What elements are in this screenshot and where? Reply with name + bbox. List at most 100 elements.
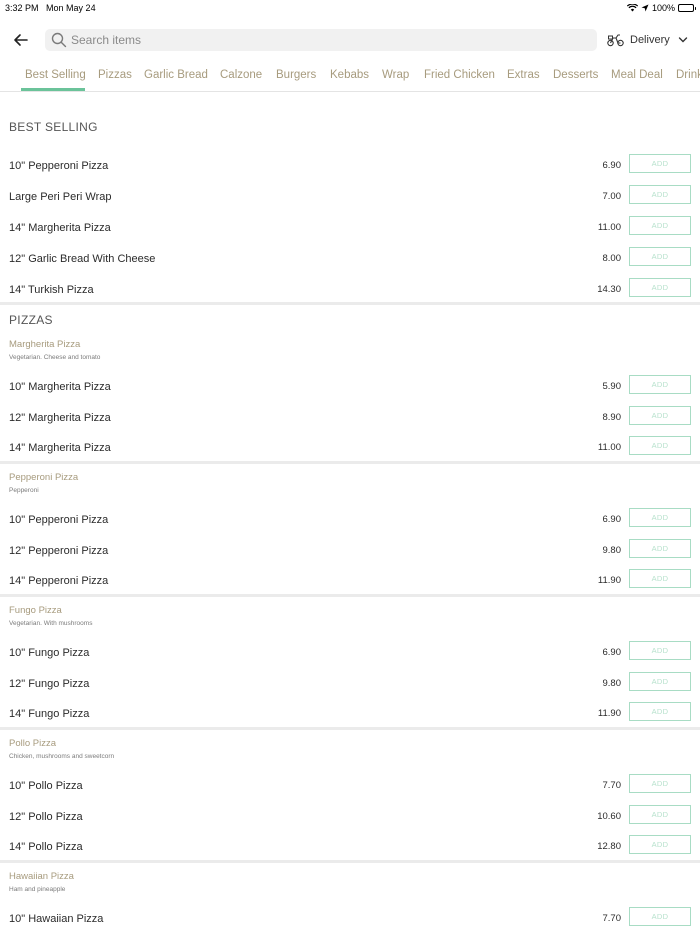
menu-item-row[interactable]: 10" Margherita Pizza 5.90 ADD [0, 373, 700, 403]
add-button[interactable]: ADD [629, 375, 691, 394]
chevron-down-icon [678, 37, 687, 43]
add-button[interactable]: ADD [629, 436, 691, 456]
tab-best-selling[interactable]: Best Selling [25, 69, 86, 81]
pizza-group-title: Pollo Pizza [9, 738, 56, 749]
tab-burgers[interactable]: Burgers [276, 69, 316, 81]
menu-item-row[interactable]: 10" Fungo Pizza 6.90 ADD [0, 639, 700, 669]
item-price: 7.00 [602, 191, 622, 202]
pizza-group-title: Fungo Pizza [9, 605, 62, 616]
section-title-best-selling: BEST SELLING [9, 120, 98, 134]
item-price: 8.90 [602, 411, 622, 423]
item-price: 12.80 [597, 841, 621, 853]
item-price: 6.90 [602, 514, 622, 525]
delivery-label: Delivery [630, 34, 670, 46]
status-date: Mon May 24 [46, 3, 96, 13]
search-bar[interactable] [45, 29, 597, 51]
item-name: 14" Fungo Pizza [9, 708, 90, 721]
tab-desserts[interactable]: Desserts [553, 69, 598, 81]
tab-fried-chicken[interactable]: Fried Chicken [424, 69, 495, 81]
item-name: 12" Margherita Pizza [9, 411, 111, 424]
scooter-icon [607, 34, 624, 47]
search-input[interactable] [71, 33, 597, 47]
add-button[interactable]: ADD [629, 185, 691, 204]
item-price: 11.00 [597, 222, 621, 233]
menu-item-row[interactable]: 14" Margherita Pizza 11.00 ADD [0, 434, 700, 464]
item-name: 14" Margherita Pizza [9, 222, 111, 234]
add-button[interactable]: ADD [629, 671, 691, 691]
item-price: 7.70 [602, 780, 622, 791]
group-divider [0, 594, 700, 597]
menu-item-row[interactable]: 12" Pepperoni Pizza 9.80 ADD [0, 537, 700, 567]
tab-pizzas[interactable]: Pizzas [98, 69, 132, 81]
add-button[interactable]: ADD [629, 278, 691, 297]
item-price: 8.00 [602, 253, 622, 264]
status-indicators: 100% [626, 3, 696, 13]
item-price: 11.90 [597, 575, 621, 587]
pizza-group-title: Margherita Pizza [9, 339, 81, 350]
item-name: 10" Pepperoni Pizza [9, 160, 109, 172]
item-name: 10" Fungo Pizza [9, 647, 90, 659]
add-button[interactable]: ADD [629, 907, 691, 926]
add-button[interactable]: ADD [629, 774, 691, 793]
menu-item-row[interactable]: 12" Fungo Pizza 9.80 ADD [0, 670, 700, 700]
tab-wrap[interactable]: Wrap [382, 69, 409, 81]
search-icon [51, 32, 67, 48]
tab-extras[interactable]: Extras [507, 69, 540, 81]
tab-meal-deal[interactable]: Meal Deal [611, 69, 663, 81]
group-divider [0, 860, 700, 863]
pizza-group-title: Pepperoni Pizza [9, 472, 79, 483]
menu-item-row[interactable]: 14" Pollo Pizza 12.80 ADD [0, 833, 700, 863]
menu-item-row[interactable]: 10" Hawaiian Pizza 7.70 ADD [0, 905, 700, 934]
add-button[interactable]: ADD [629, 835, 691, 855]
item-name: 12" Pollo Pizza [9, 810, 83, 823]
add-button[interactable]: ADD [629, 702, 691, 722]
location-arrow-icon [641, 4, 649, 12]
menu-item-row[interactable]: 14" Margherita Pizza 11.00 ADD [0, 214, 700, 244]
pizza-group-title: Hawaiian Pizza [9, 871, 74, 882]
menu-item-row[interactable]: 10" Pepperoni Pizza 6.90 ADD [0, 152, 700, 182]
menu-item-row[interactable]: 12" Garlic Bread With Cheese 8.00 ADD [0, 245, 700, 275]
status-time-date: 3:32 PM Mon May 24 [5, 3, 96, 13]
item-price: 11.90 [597, 708, 621, 720]
add-button[interactable]: ADD [629, 154, 691, 173]
add-button[interactable]: ADD [629, 508, 691, 527]
menu-item-row[interactable]: 12" Pollo Pizza 10.60 ADD [0, 803, 700, 833]
item-price: 10.60 [597, 810, 621, 822]
tab-kebabs[interactable]: Kebabs [330, 69, 369, 81]
menu-item-row[interactable]: 12" Margherita Pizza 8.90 ADD [0, 404, 700, 434]
add-button[interactable]: ADD [629, 247, 691, 266]
add-button[interactable]: ADD [629, 405, 691, 425]
item-price: 6.90 [602, 160, 622, 171]
pizza-group-description: Vegetarian. With mushrooms [9, 620, 93, 627]
item-name: 10" Hawaiian Pizza [9, 913, 104, 925]
tab-garlic-bread[interactable]: Garlic Bread [144, 69, 208, 81]
status-bar: 3:32 PM Mon May 24 100% [0, 0, 700, 16]
item-name: Large Peri Peri Wrap [9, 191, 112, 203]
menu-item-row[interactable]: 10" Pollo Pizza 7.70 ADD [0, 772, 700, 802]
pizza-group-description: Vegetarian. Cheese and tomato [9, 354, 101, 361]
delivery-selector[interactable]: Delivery [607, 29, 688, 51]
add-button[interactable]: ADD [629, 216, 691, 235]
add-button[interactable]: ADD [629, 641, 691, 660]
back-arrow-icon[interactable] [12, 31, 30, 49]
menu-item-row[interactable]: 10" Pepperoni Pizza 6.90 ADD [0, 506, 700, 536]
item-price: 9.80 [602, 544, 622, 556]
status-time: 3:32 PM [5, 3, 39, 13]
item-price: 6.90 [602, 647, 622, 658]
pizza-group-description: Ham and pineapple [9, 886, 66, 893]
add-button[interactable]: ADD [629, 804, 691, 824]
menu-item-row[interactable]: 14" Pepperoni Pizza 11.90 ADD [0, 567, 700, 597]
item-price: 9.80 [602, 677, 622, 689]
add-button[interactable]: ADD [629, 569, 691, 589]
tab-calzone[interactable]: Calzone [220, 69, 262, 81]
pizza-group-description: Pepperoni [9, 487, 39, 494]
menu-item-row[interactable]: Large Peri Peri Wrap 7.00 ADD [0, 183, 700, 213]
item-name: 12" Garlic Bread With Cheese [9, 253, 156, 265]
menu-item-row[interactable]: 14" Fungo Pizza 11.90 ADD [0, 700, 700, 730]
group-divider [0, 461, 700, 464]
add-button[interactable]: ADD [629, 538, 691, 558]
battery-percent: 100% [651, 3, 675, 13]
item-price: 7.70 [602, 913, 622, 924]
tab-drinks[interactable]: Drinks [676, 69, 700, 81]
group-divider [0, 727, 700, 730]
